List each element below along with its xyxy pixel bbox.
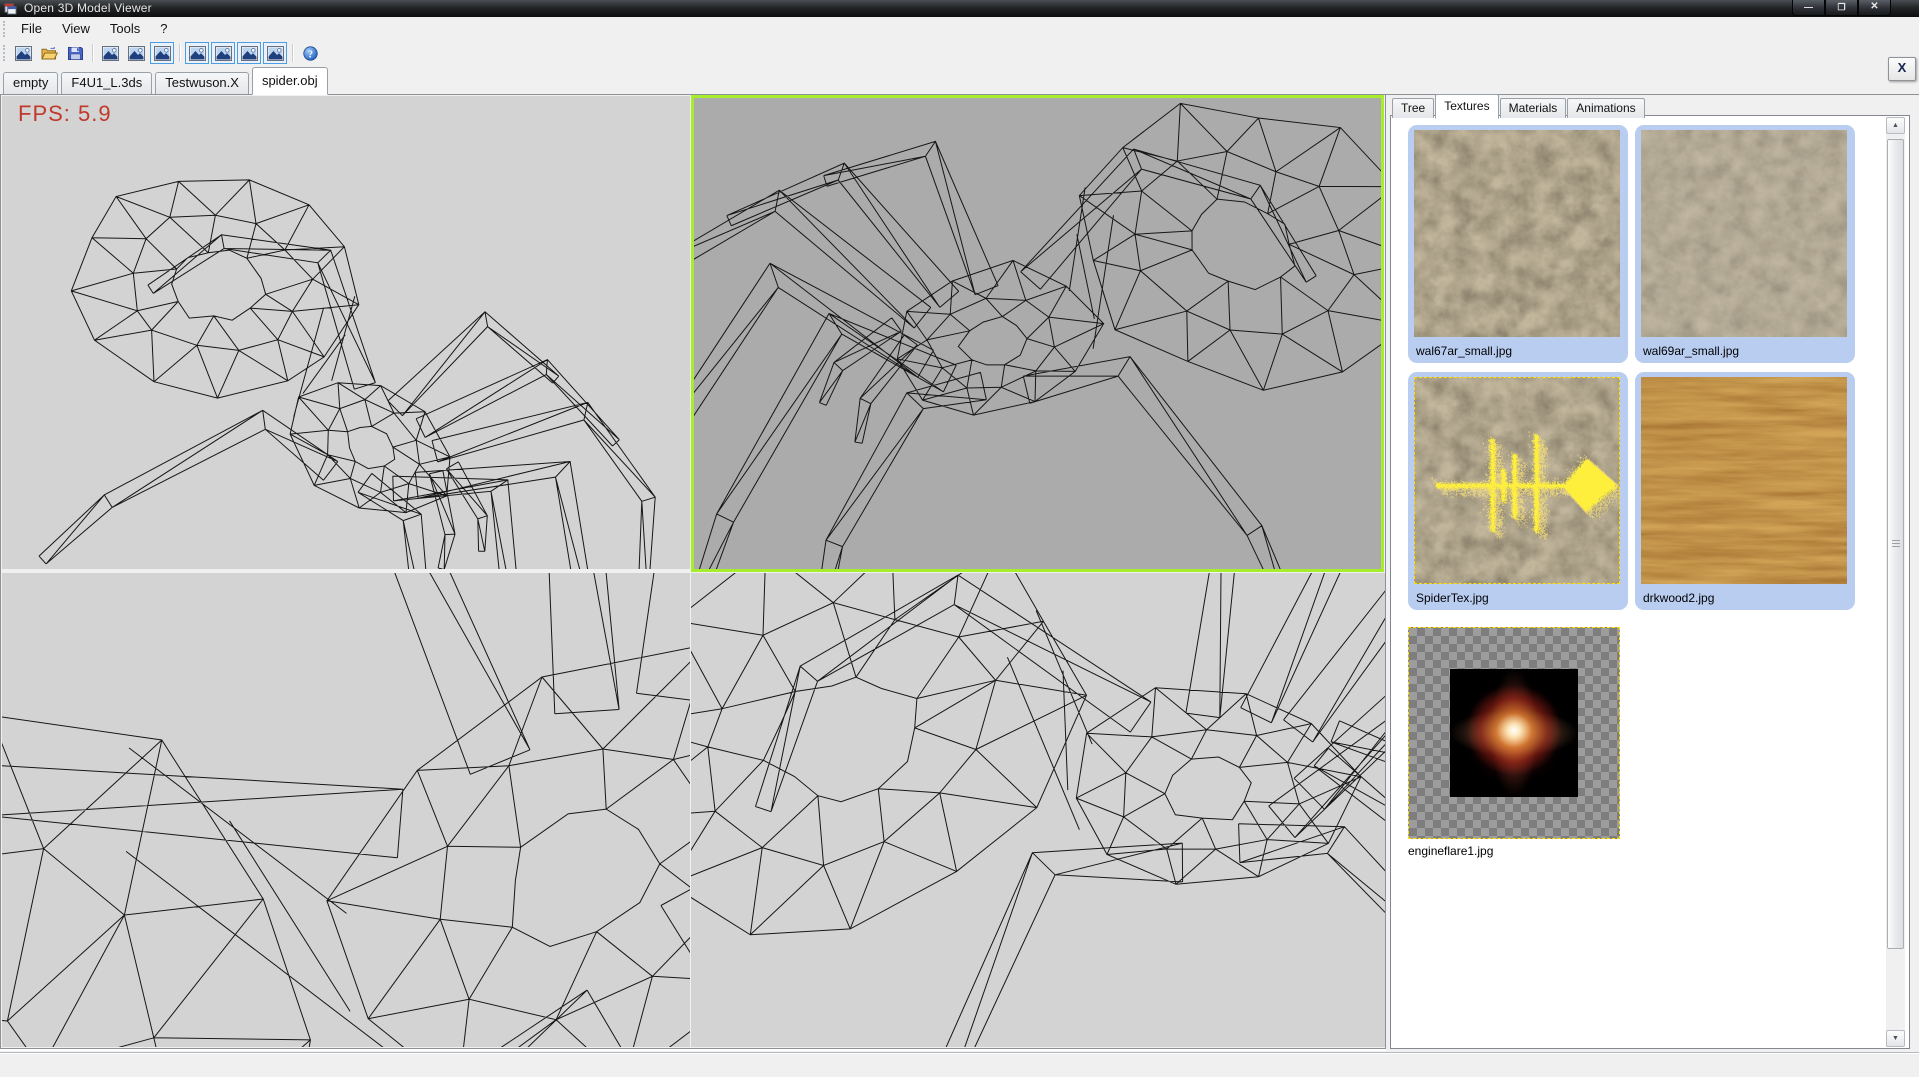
tab-materials[interactable]: Materials [1500, 98, 1567, 118]
toolbar: ? [0, 40, 1919, 66]
picture-icon [102, 46, 119, 61]
wireframe-spider-bottom-right [691, 573, 1385, 1047]
picture-icon [154, 46, 171, 61]
toolbar-separator [179, 44, 180, 62]
wireframe-spider-top-right [694, 98, 1381, 569]
picture-icon [15, 46, 32, 61]
picture-icon [189, 46, 206, 61]
save-icon [67, 46, 84, 61]
maximize-button[interactable]: ❐ [1825, 0, 1858, 16]
viewport-bottom-right[interactable] [691, 573, 1385, 1047]
toolbar-drag-grip [3, 45, 10, 61]
toolbar-separator [292, 44, 293, 62]
texture-card-drkwood2[interactable]: drkwood2.jpg [1635, 372, 1855, 610]
texture-card-spidertex[interactable]: SpiderTex.jpg [1408, 372, 1628, 610]
open-file-button[interactable] [37, 42, 61, 64]
app-window: Open 3D Model Viewer — ❐ ✕ File View Too… [0, 0, 1919, 1077]
tab-spider-obj[interactable]: spider.obj [252, 67, 328, 95]
texture-thumbnail-engineflare [1450, 669, 1578, 797]
tab-testwuson-x[interactable]: Testwuson.X [155, 72, 249, 94]
texture-label: wal69ar_small.jpg [1643, 344, 1739, 358]
picture-icon [128, 46, 145, 61]
picture-icon [267, 46, 284, 61]
open-model-button[interactable] [11, 42, 35, 64]
panel-scrollbar[interactable]: ▲ ▼ [1886, 117, 1905, 1047]
wireframe-spider-bottom-left [2, 573, 690, 1047]
menu-help[interactable]: ? [151, 19, 176, 38]
svg-text:?: ? [307, 49, 312, 60]
wireframe-spider-top-left [2, 96, 690, 569]
document-tab-strip: empty F4U1_L.3ds Testwuson.X spider.obj [0, 66, 1919, 95]
save-button[interactable] [63, 42, 87, 64]
texture-card-wal67ar[interactable]: wal67ar_small.jpg [1408, 125, 1628, 363]
viewport-toggle-button-3[interactable] [237, 42, 261, 64]
textures-panel: wal67ar_small.jpg wal69ar_small.jpg [1390, 115, 1910, 1049]
tab-f4u1-l-3ds[interactable]: F4U1_L.3ds [61, 72, 152, 94]
toolbar-separator [92, 44, 93, 62]
folder-icon [41, 46, 58, 61]
minimize-button[interactable]: — [1792, 0, 1825, 16]
viewport-toggle-button-1[interactable] [185, 42, 209, 64]
viewport-container: FPS: 5.9 [0, 95, 1386, 1049]
fps-counter: FPS: 5.9 [18, 101, 112, 127]
texture-label: engineflare1.jpg [1408, 844, 1493, 858]
status-bar [0, 1052, 1919, 1077]
viewport-toggle-button-2[interactable] [211, 42, 235, 64]
picture-icon [241, 46, 258, 61]
viewport-bottom-left[interactable] [2, 573, 690, 1047]
tab-animations[interactable]: Animations [1567, 98, 1644, 118]
document-close-button[interactable]: X [1888, 57, 1916, 81]
menu-bar: File View Tools ? [0, 17, 1919, 40]
texture-label: SpiderTex.jpg [1416, 591, 1489, 605]
menu-drag-grip [3, 21, 10, 37]
scroll-down-arrow-icon[interactable]: ▼ [1886, 1030, 1905, 1047]
texture-card-wal69ar[interactable]: wal69ar_small.jpg [1635, 125, 1855, 363]
close-button[interactable]: ✕ [1858, 0, 1891, 16]
texture-thumbnail-wal69ar [1641, 130, 1847, 337]
display-mode-button-2[interactable] [124, 42, 148, 64]
side-panel-tabs: Tree Textures Materials Animations [1392, 94, 1646, 118]
menu-tools[interactable]: Tools [101, 19, 149, 38]
scrollbar-thumb[interactable] [1887, 139, 1904, 949]
window-title: Open 3D Model Viewer [24, 1, 152, 15]
texture-label: wal67ar_small.jpg [1416, 344, 1512, 358]
viewport-toggle-button-4[interactable] [263, 42, 287, 64]
texture-thumbnail-wal67ar [1414, 130, 1620, 337]
scroll-up-arrow-icon[interactable]: ▲ [1886, 117, 1905, 134]
picture-icon [215, 46, 232, 61]
tab-tree[interactable]: Tree [1392, 98, 1434, 118]
menu-file[interactable]: File [12, 19, 51, 38]
display-mode-button-3[interactable] [150, 42, 174, 64]
help-button[interactable]: ? [298, 42, 322, 64]
window-controls: — ❐ ✕ [1792, 0, 1891, 16]
help-icon: ? [302, 46, 319, 61]
texture-label: drkwood2.jpg [1643, 591, 1714, 605]
app-icon [4, 2, 17, 15]
viewport-top-left[interactable]: FPS: 5.9 [2, 96, 690, 569]
display-mode-button-1[interactable] [98, 42, 122, 64]
texture-card-engineflare[interactable] [1408, 627, 1620, 839]
tab-empty[interactable]: empty [3, 72, 58, 94]
tab-textures[interactable]: Textures [1435, 94, 1498, 119]
title-bar: Open 3D Model Viewer — ❐ ✕ [0, 0, 1919, 17]
viewport-top-right-active[interactable] [691, 95, 1384, 572]
menu-view[interactable]: View [53, 19, 99, 38]
texture-thumbnail-spidertex [1414, 377, 1620, 584]
texture-thumbnail-drkwood2 [1641, 377, 1847, 584]
